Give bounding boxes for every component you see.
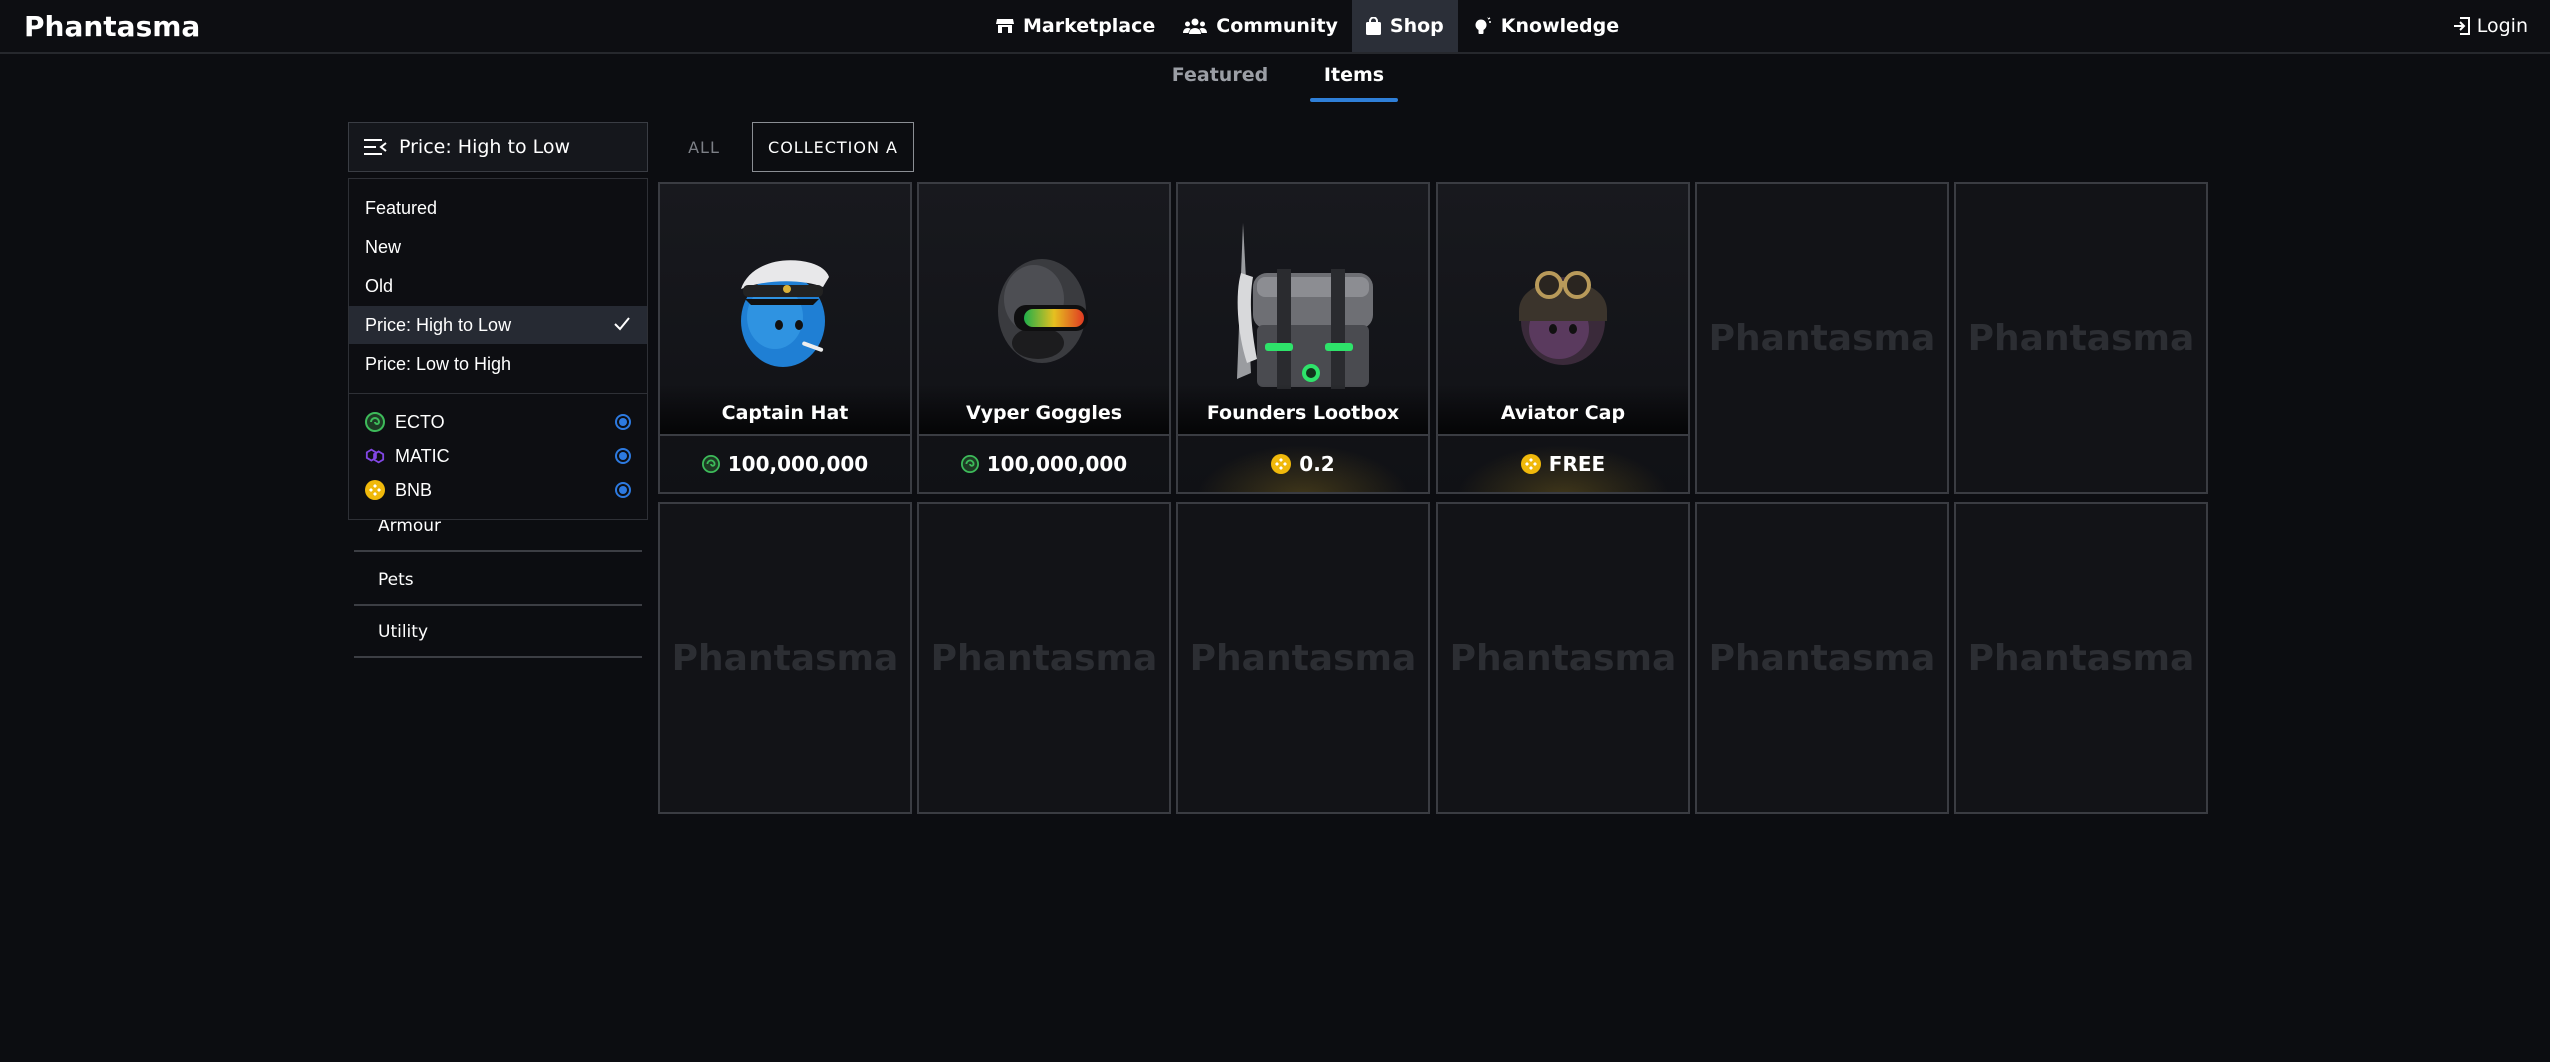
nav-label: Marketplace bbox=[1023, 15, 1156, 37]
nav-knowledge[interactable]: Knowledge bbox=[1458, 0, 1633, 52]
sort-option-label: Featured bbox=[365, 197, 438, 218]
currency-matic[interactable]: MATIC bbox=[349, 439, 647, 473]
sort-option-label: Price: Low to High bbox=[365, 353, 512, 374]
nav-label: Knowledge bbox=[1500, 15, 1620, 37]
store-icon bbox=[996, 19, 1014, 33]
category-utility[interactable]: Utility bbox=[354, 606, 642, 658]
checkmark-icon bbox=[614, 317, 630, 331]
category-label: Utility bbox=[378, 622, 429, 642]
item-card[interactable]: Vyper Goggles 100,000,000 bbox=[917, 182, 1171, 494]
matic-icon bbox=[365, 446, 385, 466]
item-card[interactable]: Aviator Cap FREE bbox=[1436, 182, 1690, 494]
placeholder-logo: Phantasma bbox=[1708, 637, 1936, 679]
sort-option-label: Old bbox=[365, 275, 394, 296]
currency-ecto[interactable]: ECTO bbox=[349, 405, 647, 439]
filter-collection-button[interactable]: COLLECTION A bbox=[752, 122, 914, 172]
item-name: Captain Hat bbox=[721, 402, 849, 424]
menu-divider bbox=[349, 393, 647, 394]
main-nav: Marketplace Community Shop Knowledge bbox=[982, 0, 1633, 52]
placeholder-logo: Phantasma bbox=[930, 637, 1158, 679]
ecto-icon bbox=[701, 455, 720, 473]
filter-all-label: ALL bbox=[688, 137, 720, 157]
item-card[interactable]: Founders Lootbox 0.2 bbox=[1176, 182, 1430, 494]
tab-featured-label: Featured bbox=[1171, 64, 1269, 86]
placeholder-card: Phantasma bbox=[1695, 182, 1949, 494]
item-name: Founders Lootbox bbox=[1206, 402, 1400, 424]
placeholder-logo: Phantasma bbox=[1449, 637, 1677, 679]
item-card[interactable]: Captain Hat 100,000,000 bbox=[658, 182, 912, 494]
currency-bnb-toggle[interactable] bbox=[615, 482, 631, 498]
placeholder-logo: Phantasma bbox=[1189, 637, 1417, 679]
currency-label: ECTO bbox=[395, 411, 445, 432]
login-button[interactable]: Login bbox=[2453, 0, 2528, 52]
placeholder-logo: Phantasma bbox=[1967, 637, 2195, 679]
placeholder-card: Phantasma bbox=[658, 502, 912, 814]
bnb-icon bbox=[1271, 454, 1292, 474]
filter-collection-label: COLLECTION A bbox=[768, 137, 898, 157]
item-price-value: 100,000,000 bbox=[727, 452, 869, 476]
lightbulb-icon bbox=[1475, 17, 1491, 34]
currency-bnb[interactable]: BNB bbox=[349, 473, 647, 507]
sort-option-new[interactable]: New bbox=[349, 228, 647, 266]
sort-icon bbox=[364, 139, 387, 155]
item-price-value: 100,000,000 bbox=[986, 452, 1128, 476]
sort-option-price-high-low[interactable]: Price: High to Low bbox=[349, 306, 647, 344]
sort-option-label: New bbox=[365, 236, 402, 257]
bnb-icon bbox=[1520, 454, 1541, 474]
item-price: 100,000,000 bbox=[919, 434, 1169, 492]
sort-dropdown[interactable]: Price: High to Low bbox=[348, 122, 648, 172]
shopping-bag-icon bbox=[1365, 17, 1381, 35]
category-pets[interactable]: Pets bbox=[354, 554, 642, 606]
item-price-value: FREE bbox=[1548, 452, 1606, 476]
currency-matic-toggle[interactable] bbox=[615, 448, 631, 464]
placeholder-card: Phantasma bbox=[1954, 502, 2208, 814]
users-icon bbox=[1183, 18, 1208, 34]
placeholder-card: Phantasma bbox=[1436, 502, 1690, 814]
sort-option-price-low-high[interactable]: Price: Low to High bbox=[349, 345, 647, 383]
placeholder-card: Phantasma bbox=[917, 502, 1171, 814]
placeholder-card: Phantasma bbox=[1176, 502, 1430, 814]
filter-all-button[interactable]: ALL bbox=[674, 122, 734, 172]
currency-label: MATIC bbox=[395, 445, 450, 466]
nav-shop[interactable]: Shop bbox=[1351, 0, 1458, 52]
placeholder-logo: Phantasma bbox=[1708, 317, 1936, 359]
ecto-icon bbox=[365, 412, 385, 432]
logo-text: Phantasma bbox=[24, 9, 201, 43]
sort-option-label: Price: High to Low bbox=[365, 314, 512, 335]
login-icon bbox=[2453, 17, 2470, 35]
item-price-value: 0.2 bbox=[1299, 452, 1335, 476]
ecto-icon bbox=[960, 455, 979, 473]
placeholder-card: Phantasma bbox=[1954, 182, 2208, 494]
login-label: Login bbox=[2476, 15, 2528, 37]
category-label: Pets bbox=[378, 570, 414, 590]
currency-ecto-toggle[interactable] bbox=[615, 414, 631, 430]
item-name: Vyper Goggles bbox=[965, 402, 1123, 424]
nav-label: Shop bbox=[1389, 15, 1444, 37]
nav-community[interactable]: Community bbox=[1169, 0, 1352, 52]
item-name: Aviator Cap bbox=[1500, 402, 1626, 424]
item-price: FREE bbox=[1438, 434, 1688, 492]
placeholder-logo: Phantasma bbox=[671, 637, 899, 679]
tab-items-label: Items bbox=[1323, 64, 1385, 86]
placeholder-card: Phantasma bbox=[1695, 502, 1949, 814]
nav-label: Community bbox=[1216, 15, 1338, 37]
tab-items[interactable]: Items bbox=[1310, 62, 1398, 102]
currency-label: BNB bbox=[395, 479, 433, 500]
bnb-icon bbox=[365, 480, 385, 500]
sort-menu: Featured New Old Price: High to Low Pric… bbox=[348, 178, 648, 520]
top-bar: Phantasma Marketplace Community Shop Kno… bbox=[0, 0, 2550, 54]
item-price: 100,000,000 bbox=[660, 434, 910, 492]
nav-marketplace[interactable]: Marketplace bbox=[982, 0, 1169, 52]
phantasma-logo[interactable]: Phantasma bbox=[24, 8, 200, 44]
tab-featured[interactable]: Featured bbox=[1170, 62, 1270, 102]
item-price: 0.2 bbox=[1178, 434, 1428, 492]
sort-current-label: Price: High to Low bbox=[399, 136, 571, 158]
sort-option-featured[interactable]: Featured bbox=[349, 189, 647, 227]
sort-option-old[interactable]: Old bbox=[349, 267, 647, 305]
placeholder-logo: Phantasma bbox=[1967, 317, 2195, 359]
